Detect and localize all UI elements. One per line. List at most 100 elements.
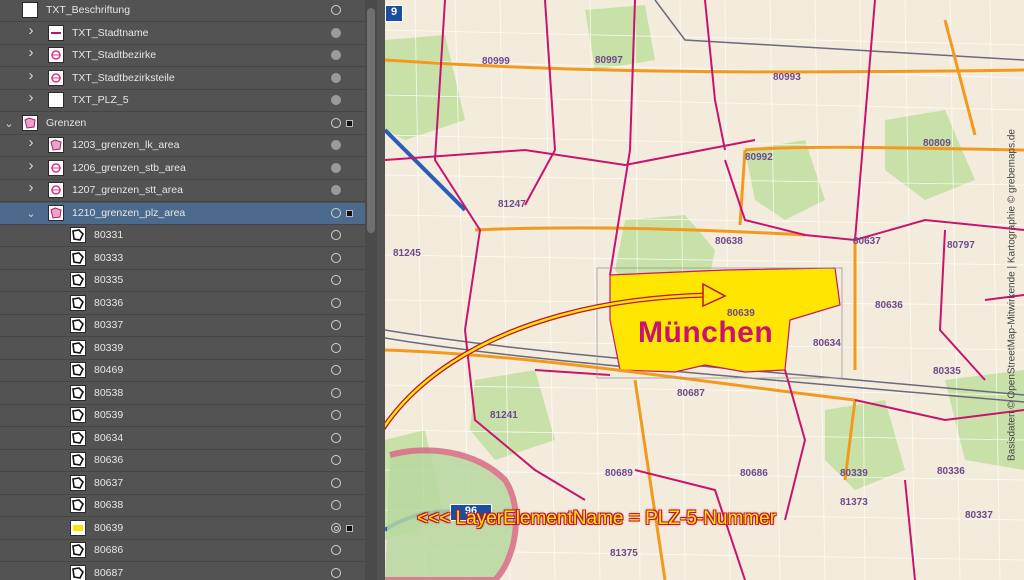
layer-row[interactable]: 80637	[0, 473, 365, 495]
layer-row[interactable]: 80687	[0, 563, 365, 580]
layer-row[interactable]: TXT_Beschriftung	[0, 0, 365, 22]
layer-row[interactable]: › 1206_grenzen_stb_area	[0, 158, 365, 180]
layer-row[interactable]: 80539	[0, 405, 365, 427]
layer-label: 80538	[94, 386, 124, 399]
target-circle-icon[interactable]	[331, 545, 341, 555]
target-circle-icon[interactable]	[331, 477, 341, 488]
target-circle-icon[interactable]	[331, 252, 341, 263]
layer-row[interactable]: 80337	[0, 315, 365, 337]
layer-row[interactable]: 80333	[0, 248, 365, 270]
layer-row[interactable]: › 1203_grenzen_lk_area	[0, 135, 365, 157]
chevron-right-icon[interactable]: ›	[26, 68, 36, 83]
layer-label: TXT_Stadtbezirke	[72, 49, 157, 61]
postcode-label: 80634	[813, 338, 841, 349]
target-circle-icon[interactable]	[331, 5, 341, 15]
layer-row[interactable]: 80336	[0, 293, 365, 315]
target-circle-icon[interactable]	[331, 387, 341, 398]
layer-row[interactable]: › TXT_PLZ_5	[0, 90, 365, 112]
target-circle-icon[interactable]	[331, 410, 341, 420]
layer-label: 80686	[94, 544, 124, 556]
layer-row[interactable]: 80331	[0, 225, 365, 247]
layer-row[interactable]: 80636	[0, 450, 365, 472]
target-circle-icon[interactable]	[331, 522, 341, 533]
target-circle-icon[interactable]	[331, 320, 341, 330]
layer-row[interactable]: › TXT_Stadtbezirksteile	[0, 68, 365, 90]
chevron-right-icon[interactable]: ›	[26, 45, 36, 60]
chevron-right-icon[interactable]: ›	[26, 158, 36, 173]
layer-row[interactable]: 80538	[0, 383, 365, 405]
target-circle-icon[interactable]	[331, 275, 341, 285]
target-circle-icon[interactable]	[331, 185, 341, 195]
target-circle-icon[interactable]	[331, 27, 341, 38]
target-circle-icon[interactable]	[331, 162, 341, 173]
layer-thumbnail-icon	[70, 317, 86, 333]
layers-panel: TXT_Beschriftung › TXT_Stadtname › TXT_Stadt…	[0, 0, 385, 580]
postcode-label: 80636	[875, 300, 903, 311]
target-circle-icon[interactable]	[331, 72, 341, 83]
layer-label: 1206_grenzen_stb_area	[72, 161, 186, 174]
postcode-label: 80337	[965, 510, 993, 521]
layer-label: 1210_grenzen_plz_area	[72, 206, 186, 219]
target-circle-icon[interactable]	[331, 207, 341, 218]
layer-row[interactable]: 80634	[0, 428, 365, 450]
layers-scroll-thumb[interactable]	[367, 8, 375, 233]
layer-label: 80336	[94, 296, 124, 309]
chevron-right-icon[interactable]: ›	[26, 23, 36, 38]
chevron-right-icon[interactable]: ›	[26, 90, 36, 105]
target-circle-icon[interactable]	[331, 342, 341, 353]
target-circle-icon[interactable]	[331, 230, 341, 240]
layer-thumbnail-icon	[70, 474, 86, 491]
target-circle-icon[interactable]	[331, 432, 341, 443]
map-canvas[interactable]: 80999 80997 80993 80992 80809 81247 80638 80637…	[385, 0, 1024, 580]
target-circle-icon[interactable]	[331, 95, 341, 105]
chevron-down-icon[interactable]: ⌄	[4, 118, 14, 130]
city-label: München	[638, 316, 774, 349]
layer-thumbnail-icon	[48, 24, 64, 41]
layer-row[interactable]: › TXT_Stadtname	[0, 23, 365, 45]
layer-thumbnail-icon	[70, 542, 86, 558]
layer-row[interactable]: 80686	[0, 540, 365, 562]
layer-row[interactable]: 80639	[0, 518, 365, 540]
layer-thumbnail-icon	[70, 429, 86, 446]
selection-indicator-icon[interactable]	[346, 209, 353, 217]
target-circle-icon[interactable]	[331, 567, 341, 578]
layer-thumbnail-icon	[70, 249, 86, 266]
postcode-label: 80997	[595, 55, 623, 66]
layer-row[interactable]: 80339	[0, 338, 365, 360]
target-circle-icon[interactable]	[331, 140, 341, 150]
layer-label: 80469	[94, 364, 124, 376]
layer-thumbnail-icon	[70, 384, 86, 401]
chevron-down-icon[interactable]: ⌄	[26, 208, 36, 220]
postcode-label: 80686	[740, 468, 768, 479]
target-circle-icon[interactable]	[331, 50, 341, 60]
chevron-right-icon[interactable]: ›	[26, 180, 36, 195]
layer-thumbnail-icon	[22, 2, 38, 18]
layer-row[interactable]: 80638	[0, 495, 365, 517]
postcode-label: 80993	[773, 72, 801, 83]
layer-label: 80687	[94, 566, 124, 579]
layer-thumbnail-icon	[48, 47, 64, 63]
layer-thumbnail-icon	[70, 564, 86, 580]
layer-row[interactable]: 80469	[0, 360, 365, 382]
layer-row[interactable]: 80335	[0, 270, 365, 292]
selection-indicator-icon[interactable]	[346, 524, 353, 532]
layer-row[interactable]: › TXT_Stadtbezirke	[0, 45, 365, 67]
postcode-label: 80797	[947, 240, 975, 251]
layer-row[interactable]: ⌄ Grenzen	[0, 113, 365, 135]
target-circle-icon[interactable]	[331, 297, 341, 308]
postcode-label: 80637	[853, 236, 881, 247]
layer-label: Grenzen	[46, 116, 87, 129]
layer-label: TXT_Beschriftung	[46, 4, 131, 16]
layer-row[interactable]: › 1207_grenzen_stt_area	[0, 180, 365, 202]
postcode-label: 80335	[933, 366, 961, 377]
selection-indicator-icon[interactable]	[346, 119, 353, 127]
target-circle-icon[interactable]	[331, 500, 341, 510]
postcode-label: 80992	[745, 152, 773, 163]
layer-row[interactable]: ⌄ 1210_grenzen_plz_area	[0, 202, 365, 225]
target-circle-icon[interactable]	[331, 455, 341, 465]
target-circle-icon[interactable]	[331, 117, 341, 128]
target-circle-icon[interactable]	[331, 365, 341, 375]
road-shield-9: 9	[385, 5, 403, 22]
chevron-right-icon[interactable]: ›	[26, 135, 36, 150]
layer-thumbnail-icon	[70, 362, 86, 378]
